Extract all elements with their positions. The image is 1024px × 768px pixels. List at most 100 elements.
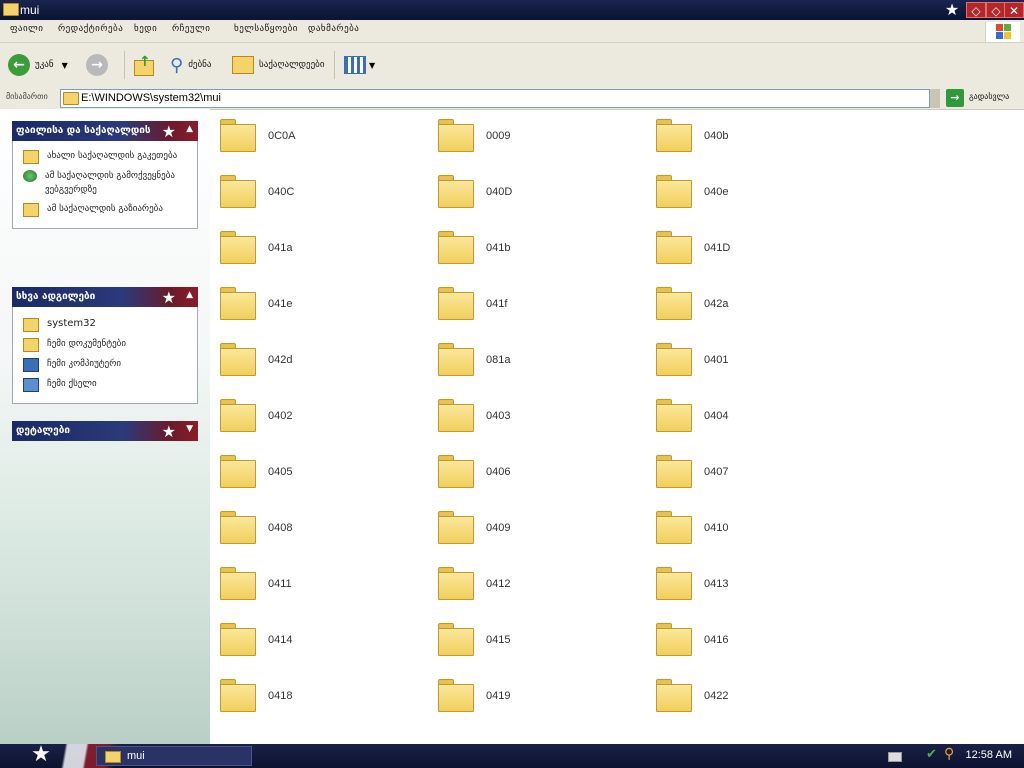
folder-item[interactable]: 0415 xyxy=(438,621,638,661)
chevron-up-icon[interactable]: ▲ xyxy=(186,290,193,300)
search-button[interactable]: ⚲ ძებნა xyxy=(170,51,211,79)
go-label[interactable]: გადასვლა xyxy=(969,92,1009,101)
task-publish-web[interactable]: ამ საქაღალდის გამოქვეყნება ვებგვერდზე xyxy=(23,169,191,197)
place-system32[interactable]: system32 xyxy=(23,317,191,332)
chevron-down-icon[interactable]: ▼ xyxy=(186,424,193,434)
folder-item[interactable]: 041f xyxy=(438,285,638,325)
folder-icon xyxy=(438,679,474,712)
folder-item[interactable]: 040D xyxy=(438,173,638,213)
folder-item[interactable]: 0412 xyxy=(438,565,638,605)
place-my-computer[interactable]: ჩემი კომპიუტერი xyxy=(23,357,191,372)
folder-item[interactable]: 0401 xyxy=(656,341,856,381)
close-button[interactable]: ✕ xyxy=(1004,2,1024,18)
folder-item[interactable]: 041b xyxy=(438,229,638,269)
maximize-button[interactable]: ◇ xyxy=(986,2,1006,18)
folder-icon xyxy=(438,287,474,320)
folder-name: 0C0A xyxy=(268,130,296,142)
folder-item[interactable]: 0C0A xyxy=(220,117,420,157)
keyboard-icon[interactable] xyxy=(888,752,902,762)
address-input[interactable]: E:\WINDOWS\system32\mui xyxy=(60,89,930,108)
folder-name: 0404 xyxy=(704,410,729,422)
go-button[interactable]: → xyxy=(946,89,964,107)
folder-item[interactable]: 041D xyxy=(656,229,856,269)
address-path: E:\WINDOWS\system32\mui xyxy=(81,92,221,104)
task-new-folder[interactable]: ახალი საქაღალდის გაკეთება xyxy=(23,149,191,164)
taskbar-item-mui[interactable]: mui xyxy=(96,746,252,766)
folder-name: 0406 xyxy=(486,466,511,478)
menu-help[interactable]: დახმარება xyxy=(308,24,359,34)
folder-item[interactable]: 0402 xyxy=(220,397,420,437)
folder-name: 0407 xyxy=(704,466,729,478)
folder-item[interactable]: 0009 xyxy=(438,117,638,157)
search-tray-icon[interactable]: ⚲ xyxy=(944,746,954,762)
folder-item[interactable]: 0409 xyxy=(438,509,638,549)
task-label: ამ საქაღალდის გაზიარება xyxy=(47,204,163,214)
folder-item[interactable]: 040b xyxy=(656,117,856,157)
place-my-network[interactable]: ჩემი ქსელი xyxy=(23,377,191,392)
folder-name: 041e xyxy=(268,298,293,310)
folder-item[interactable]: 0411 xyxy=(220,565,420,605)
folder-icon xyxy=(438,175,474,208)
menu-file[interactable]: ფაილი xyxy=(10,24,43,34)
safely-remove-icon[interactable]: ✔ xyxy=(926,747,937,762)
task-share-folder[interactable]: ამ საქაღალდის გაზიარება xyxy=(23,202,191,217)
start-button[interactable]: ★ xyxy=(28,744,54,768)
folder-item[interactable]: 081a xyxy=(438,341,638,381)
menu-edit[interactable]: რედაქტირება xyxy=(58,24,123,34)
folder-item[interactable]: 0422 xyxy=(656,677,856,717)
folder-name: 0009 xyxy=(486,130,511,142)
views-dropdown-icon[interactable]: ▼ xyxy=(369,61,375,70)
address-label: მისამართი xyxy=(6,92,48,101)
file-folder-tasks-header[interactable]: ფაილისა და საქაღალდის ★ ▲ xyxy=(12,121,198,141)
folder-icon xyxy=(220,679,256,712)
menu-view[interactable]: ხედი xyxy=(134,24,157,34)
taskbar: ★ mui ✔ ⚲ 12:58 AM xyxy=(0,744,1024,768)
folder-icon xyxy=(105,751,121,763)
menu-favorites[interactable]: რჩეული xyxy=(172,24,210,34)
folder-item[interactable]: 0404 xyxy=(656,397,856,437)
folder-icon xyxy=(656,287,692,320)
views-button[interactable]: ▼ xyxy=(344,51,375,79)
chevron-up-icon[interactable]: ▲ xyxy=(186,124,193,134)
back-arrow-icon: ← xyxy=(8,54,30,76)
folder-icon xyxy=(23,318,39,332)
folder-item[interactable]: 0414 xyxy=(220,621,420,661)
folder-item[interactable]: 0405 xyxy=(220,453,420,493)
menu-tools[interactable]: ხელსაწყოები xyxy=(234,24,298,34)
minimize-button[interactable]: ◇ xyxy=(966,2,986,18)
folder-item[interactable]: 0403 xyxy=(438,397,638,437)
folder-item[interactable]: 0408 xyxy=(220,509,420,549)
folder-item[interactable]: 0407 xyxy=(656,453,856,493)
folder-view: 0C0A 0009 040b 040C 040D 040e 041a 041b 041D 041e… xyxy=(210,109,1024,745)
menu-bar: ფაილი რედაქტირება ხედი რჩეული ხელსაწყოებ… xyxy=(0,20,1024,43)
address-dropdown-button[interactable] xyxy=(930,89,940,108)
folder-name: 0409 xyxy=(486,522,511,534)
file-folder-tasks-panel: ფაილისა და საქაღალდის ★ ▲ ახალი საქაღალდ… xyxy=(12,121,198,229)
up-folder-button[interactable]: ↑ xyxy=(132,51,154,79)
task-label: ახალი საქაღალდის გაკეთება xyxy=(47,151,178,161)
taskbar-item-label: mui xyxy=(127,750,145,762)
folder-item[interactable]: 042a xyxy=(656,285,856,325)
folder-item[interactable]: 042d xyxy=(220,341,420,381)
back-dropdown-icon[interactable]: ▼ xyxy=(62,61,68,70)
folders-button[interactable]: საქაღალდეები xyxy=(232,51,325,79)
place-my-documents[interactable]: ჩემი დოკუმენტები xyxy=(23,337,191,352)
other-places-header[interactable]: სხვა ადგილები ★ ▲ xyxy=(12,287,198,307)
folder-icon xyxy=(220,623,256,656)
back-button[interactable]: ← უკან ▼ xyxy=(8,51,68,79)
folder-item[interactable]: 041e xyxy=(220,285,420,325)
folder-item[interactable]: 0416 xyxy=(656,621,856,661)
details-header[interactable]: დეტალები ★ ▼ xyxy=(12,421,198,441)
forward-button[interactable]: → xyxy=(86,51,108,79)
folder-item[interactable]: 0410 xyxy=(656,509,856,549)
folder-item[interactable]: 0419 xyxy=(438,677,638,717)
folder-item[interactable]: 0413 xyxy=(656,565,856,605)
search-icon: ⚲ xyxy=(170,54,184,76)
folder-item[interactable]: 0418 xyxy=(220,677,420,717)
star-icon: ★ xyxy=(161,122,176,141)
folder-item[interactable]: 0406 xyxy=(438,453,638,493)
folder-item[interactable]: 040C xyxy=(220,173,420,213)
folder-item[interactable]: 040e xyxy=(656,173,856,213)
folder-name: 041D xyxy=(704,242,731,254)
folder-item[interactable]: 041a xyxy=(220,229,420,269)
